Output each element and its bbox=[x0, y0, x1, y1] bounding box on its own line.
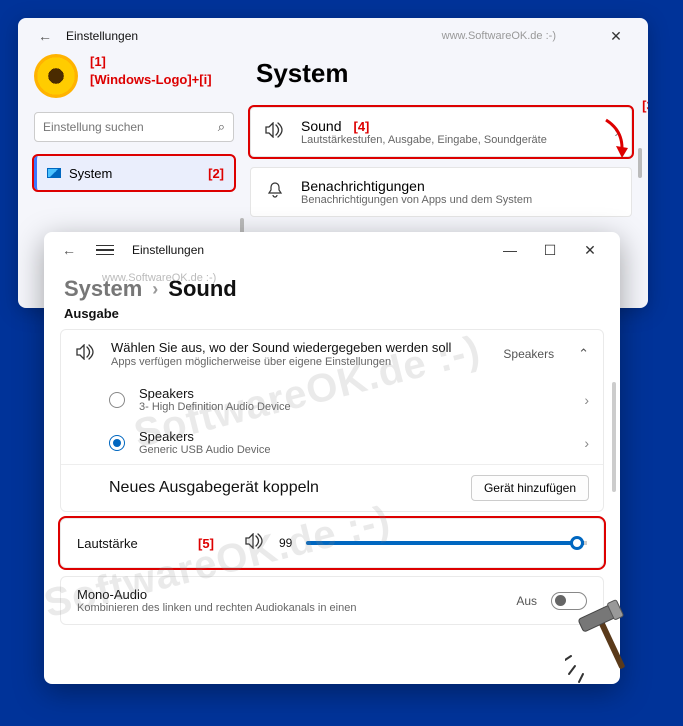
device-subtitle: 3- High Definition Audio Device bbox=[139, 401, 570, 413]
profile-block: [1] [Windows-Logo]+[i] bbox=[34, 54, 234, 98]
annotation-2: [2] bbox=[208, 166, 224, 181]
monitor-icon bbox=[47, 168, 61, 178]
settings-window-sound: ← Einstellungen — ☐ ✕ www.SoftwareOK.de … bbox=[44, 232, 620, 684]
content-scrollbar[interactable] bbox=[638, 148, 642, 178]
volume-row: Lautstärke [5] 99 bbox=[60, 518, 604, 568]
annotation-3-arrow bbox=[602, 118, 628, 158]
pair-label: Neues Ausgabegerät koppeln bbox=[109, 479, 319, 497]
speaker-icon bbox=[263, 122, 287, 143]
sidebar-item-system[interactable]: System [2] bbox=[34, 156, 234, 190]
bell-icon bbox=[263, 181, 287, 204]
radio-selected[interactable] bbox=[109, 435, 125, 451]
speaker-icon[interactable] bbox=[245, 533, 265, 553]
annotation-1-hint: [Windows-Logo]+[i] bbox=[90, 72, 212, 87]
mono-title: Mono-Audio bbox=[77, 587, 502, 602]
chevron-right-icon: › bbox=[584, 392, 589, 408]
output-device-panel: Wählen Sie aus, wo der Sound wiedergegeb… bbox=[60, 329, 604, 512]
card-notifications[interactable]: Benachrichtigungen Benachrichtigungen vo… bbox=[250, 167, 632, 217]
volume-value: 99 bbox=[279, 536, 292, 550]
chevron-right-icon: › bbox=[584, 435, 589, 451]
window-title: Einstellungen bbox=[66, 29, 138, 43]
panel-subtitle: Apps verfügen möglicherweise über eigene… bbox=[111, 356, 489, 368]
annotation-5: [5] bbox=[181, 536, 231, 551]
volume-label: Lautstärke bbox=[77, 536, 167, 551]
minimize-button[interactable]: — bbox=[490, 242, 530, 258]
section-output-label: Ausgabe bbox=[44, 304, 620, 329]
device-title: Speakers bbox=[139, 386, 570, 401]
watermark-url: www.SoftwareOK.de :-) bbox=[102, 272, 216, 284]
search-icon: ⌕ bbox=[218, 119, 225, 135]
pair-new-device: Neues Ausgabegerät koppeln Gerät hinzufü… bbox=[61, 464, 603, 511]
add-device-button[interactable]: Gerät hinzufügen bbox=[471, 475, 589, 501]
radio-unselected[interactable] bbox=[109, 392, 125, 408]
search-input[interactable] bbox=[43, 120, 218, 134]
content-scrollbar[interactable] bbox=[612, 382, 616, 492]
watermark-url: www.SoftwareOK.de :-) bbox=[442, 30, 556, 42]
hamburger-button[interactable] bbox=[96, 245, 114, 256]
annotation-4: [4] bbox=[353, 119, 369, 134]
device-row-1[interactable]: Speakers 3- High Definition Audio Device… bbox=[61, 378, 603, 421]
slider-thumb[interactable] bbox=[570, 536, 584, 550]
panel-selected-value: Speakers bbox=[503, 347, 554, 361]
sidebar: [1] [Windows-Logo]+[i] ⌕ System [2] bbox=[34, 54, 234, 227]
back-button[interactable]: ← bbox=[30, 24, 60, 48]
titlebar: ← Einstellungen www.SoftwareOK.de :-) ✕ bbox=[18, 18, 648, 54]
avatar bbox=[34, 54, 78, 98]
device-title: Speakers bbox=[139, 429, 570, 444]
mono-subtitle: Kombinieren des linken und rechten Audio… bbox=[77, 602, 502, 614]
card-title-label: Benachrichtigungen bbox=[301, 178, 425, 194]
speaker-icon bbox=[75, 344, 97, 364]
card-title-label: Sound bbox=[301, 118, 341, 134]
back-button[interactable]: ← bbox=[54, 238, 84, 262]
window-title: Einstellungen bbox=[132, 243, 204, 257]
close-button[interactable]: ✕ bbox=[570, 242, 610, 259]
search-input-wrap[interactable]: ⌕ bbox=[34, 112, 234, 142]
page-title: System bbox=[256, 58, 632, 89]
annotation-3: [3] bbox=[642, 98, 648, 113]
device-row-2[interactable]: Speakers Generic USB Audio Device › bbox=[61, 421, 603, 464]
chevron-up-icon: ⌃ bbox=[578, 346, 589, 362]
sidebar-item-label: System bbox=[69, 166, 112, 181]
maximize-button[interactable]: ☐ bbox=[530, 242, 570, 259]
card-sound[interactable]: Sound [4] Lautstärkestufen, Ausgabe, Ein… bbox=[250, 107, 632, 157]
panel-title: Wählen Sie aus, wo der Sound wiedergegeb… bbox=[111, 340, 489, 356]
card-subtitle: Benachrichtigungen von Apps und dem Syst… bbox=[301, 194, 619, 206]
mono-audio-row: Mono-Audio Kombinieren des linken und re… bbox=[60, 576, 604, 625]
content-area: System Sound [4] Lautstärkestufen, Ausga… bbox=[250, 54, 632, 227]
card-subtitle: Lautstärkestufen, Ausgabe, Eingabe, Soun… bbox=[301, 134, 600, 146]
close-button[interactable]: ✕ bbox=[596, 28, 636, 45]
output-panel-header[interactable]: Wählen Sie aus, wo der Sound wiedergegeb… bbox=[61, 330, 603, 378]
annotation-1: [1] bbox=[90, 54, 106, 69]
titlebar: ← Einstellungen — ☐ ✕ bbox=[44, 232, 620, 268]
toggle-state-label: Aus bbox=[516, 594, 537, 608]
volume-slider[interactable] bbox=[306, 541, 587, 545]
device-subtitle: Generic USB Audio Device bbox=[139, 444, 570, 456]
mono-toggle[interactable] bbox=[551, 592, 587, 610]
